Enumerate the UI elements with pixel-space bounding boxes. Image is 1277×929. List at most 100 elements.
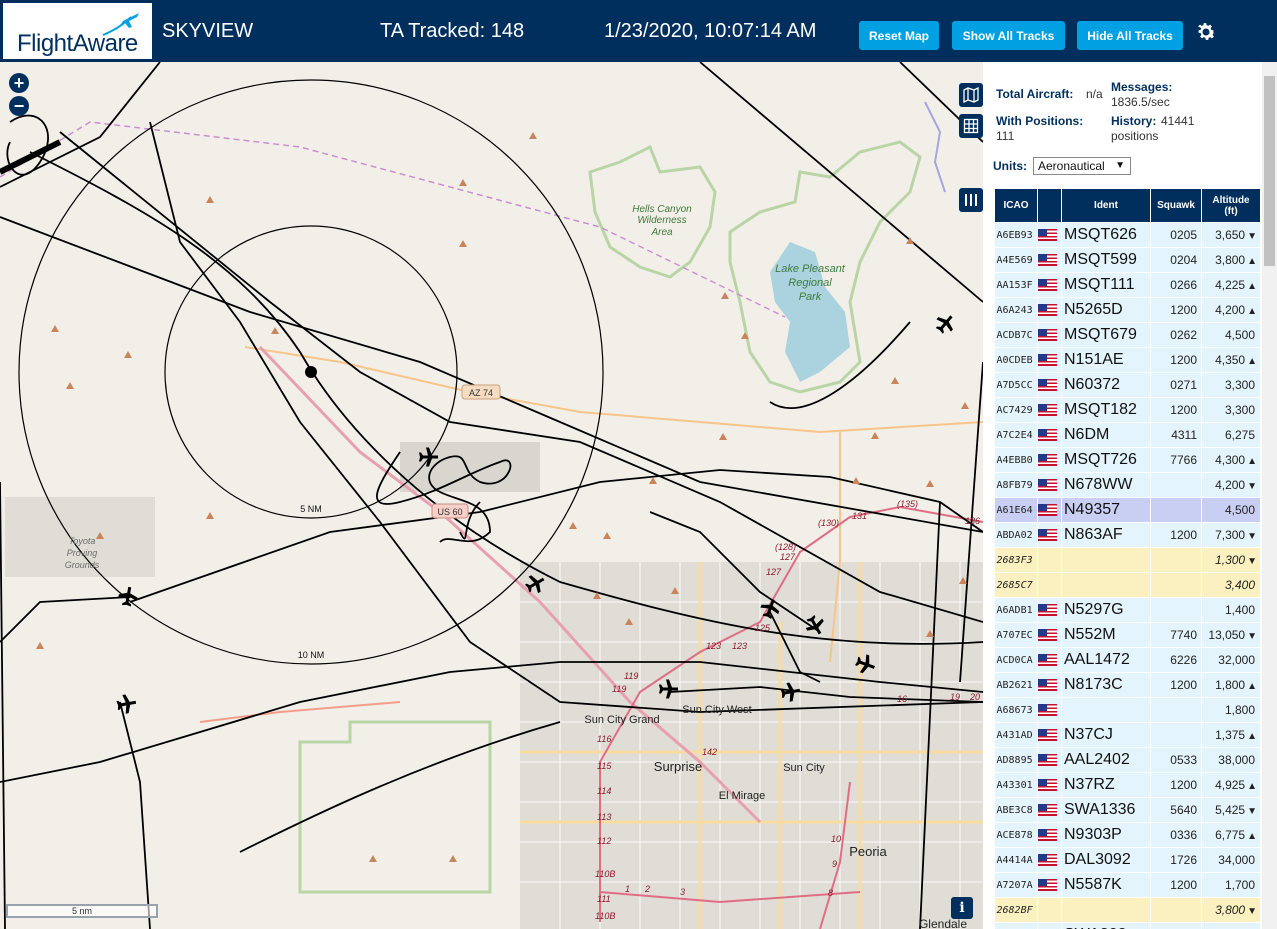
- ident-cell: SWA302: [1061, 922, 1151, 929]
- altitude-trend-icon: ▼: [1247, 231, 1257, 242]
- altitude-cell: 3,300: [1201, 372, 1261, 398]
- table-row[interactable]: AA153F MSQT111 0266 4,225 ▲: [994, 272, 1261, 298]
- table-row[interactable]: A68673 1,800: [994, 697, 1261, 723]
- ident-cell: N552M: [1061, 622, 1151, 648]
- altitude-cell: 34,000: [1201, 847, 1261, 873]
- table-row[interactable]: A4414A DAL3092 1726 34,000: [994, 847, 1261, 873]
- col-header-ident[interactable]: Ident: [1061, 188, 1151, 223]
- table-row[interactable]: ACE878 N9303P 0336 6,775 ▲: [994, 822, 1261, 848]
- label-hells-canyon-3: Area: [650, 227, 673, 238]
- reset-map-button[interactable]: Reset Map: [859, 21, 939, 50]
- units-select[interactable]: Aeronautical ▼: [1033, 157, 1131, 175]
- us-flag-icon: [1038, 278, 1057, 291]
- altitude-value: 4,200: [1215, 478, 1246, 492]
- ident-cell: [1061, 697, 1151, 723]
- chevron-down-icon: ▼: [1115, 160, 1125, 171]
- zoom-out-button[interactable]: −: [9, 96, 29, 116]
- zoom-in-button[interactable]: +: [9, 73, 29, 93]
- info-icon[interactable]: i: [951, 897, 973, 919]
- table-row[interactable]: ABE3C8 SWA1336 5640 5,425 ▼: [994, 797, 1261, 823]
- columns-toggle-icon[interactable]: [959, 188, 983, 212]
- table-row[interactable]: ABDA02 N863AF 1200 7,300 ▼: [994, 522, 1261, 548]
- squawk-cell: 0204: [1150, 247, 1202, 273]
- table-row[interactable]: AC7429 MSQT182 1200 3,300: [994, 397, 1261, 423]
- table-row[interactable]: A431AD N37CJ 1,375 ▲: [994, 722, 1261, 748]
- table-row[interactable]: A61E64 N49357 4,500: [994, 497, 1261, 523]
- table-row[interactable]: 2683F3 1,300 ▼: [994, 547, 1261, 573]
- squawk-cell: [1150, 697, 1202, 723]
- flag-cell: [1037, 872, 1062, 898]
- table-row[interactable]: ACDB7C MSQT679 0262 4,500: [994, 322, 1261, 348]
- gear-icon[interactable]: [1194, 20, 1218, 44]
- ident-cell: N5587K: [1061, 872, 1151, 898]
- us-flag-icon: [1038, 253, 1057, 266]
- total-aircraft-value: n/a: [1086, 87, 1103, 101]
- col-header-altitude[interactable]: Altitude (ft): [1201, 188, 1261, 223]
- icao-cell: A8FB79: [994, 472, 1038, 498]
- map-view[interactable]: Hells Canyon Wilderness Area Lake Pleasa…: [0, 62, 983, 929]
- flag-cell: [1037, 922, 1062, 929]
- road-label: 127: [766, 567, 782, 577]
- altitude-cell: 6,775 ▲: [1201, 822, 1261, 848]
- flag-cell: [1037, 722, 1062, 748]
- history-value: 41441: [1161, 114, 1195, 128]
- table-row[interactable]: A6A243 N5265D 1200 4,200 ▲: [994, 297, 1261, 323]
- flag-cell: [1037, 647, 1062, 673]
- table-row[interactable]: 2685C7 3,400: [994, 572, 1261, 598]
- label-az74: AZ 74: [469, 388, 493, 398]
- table-row[interactable]: A707EC N552M 7740 13,050 ▼: [994, 622, 1261, 648]
- table-row[interactable]: A7D5CC N60372 0271 3,300: [994, 372, 1261, 398]
- scrollbar-thumb[interactable]: [1264, 76, 1275, 266]
- ident-cell: MSQT726: [1061, 447, 1151, 473]
- road-label: 2: [644, 884, 650, 894]
- table-row[interactable]: A7207A N5587K 1200 1,700: [994, 872, 1261, 898]
- ident-cell: N5265D: [1061, 297, 1151, 323]
- table-row[interactable]: A6EB93 MSQT626 0205 3,650 ▼: [994, 222, 1261, 248]
- altitude-cell: 1,700: [1201, 872, 1261, 898]
- flag-cell: [1037, 547, 1062, 573]
- flag-cell: [1037, 697, 1062, 723]
- tracked-count: TA Tracked: 148: [380, 20, 525, 42]
- hide-all-tracks-button[interactable]: Hide All Tracks: [1077, 21, 1183, 50]
- squawk-cell: 1726: [1150, 847, 1202, 873]
- ident-cell: N9303P: [1061, 822, 1151, 848]
- show-all-tracks-button[interactable]: Show All Tracks: [952, 21, 1065, 50]
- col-header-icao[interactable]: ICAO: [994, 188, 1038, 223]
- flag-cell: [1037, 572, 1062, 598]
- altitude-trend-icon: ▲: [1247, 456, 1257, 467]
- table-row[interactable]: A46650 SWA30273043,475▼: [994, 922, 1261, 929]
- table-row[interactable]: A4EBB0 MSQT726 7766 4,300 ▲: [994, 447, 1261, 473]
- icao-cell: 2682BF: [994, 897, 1038, 923]
- col-header-flag[interactable]: [1037, 188, 1062, 223]
- us-flag-icon: [1038, 778, 1057, 791]
- table-row[interactable]: A7C2E4 N6DM 4311 6,275: [994, 422, 1261, 448]
- table-row[interactable]: AD8895 AAL2402 0533 38,000: [994, 747, 1261, 773]
- table-row[interactable]: ACD0CA AAL1472 6226 32,000: [994, 647, 1261, 673]
- table-row[interactable]: A0CDEB N151AE 1200 4,350 ▲: [994, 347, 1261, 373]
- table-row[interactable]: AB2621 N8173C 1200 1,800 ▲: [994, 672, 1261, 698]
- altitude-value: 4,200: [1215, 303, 1246, 317]
- altitude-cell: 1,800: [1201, 697, 1261, 723]
- flag-cell: [1037, 797, 1062, 823]
- road-label: (135): [897, 499, 918, 509]
- map-canvas[interactable]: Hells Canyon Wilderness Area Lake Pleasa…: [0, 62, 983, 929]
- table-row[interactable]: A43301 N37RZ 1200 4,925 ▲: [994, 772, 1261, 798]
- sidebar-scrollbar[interactable]: [1262, 62, 1277, 929]
- map-layers-icon[interactable]: [959, 83, 983, 107]
- table-row[interactable]: A6ADB1 N5297G 1,400: [994, 597, 1261, 623]
- altitude-value: 4,500: [1224, 503, 1255, 517]
- road-label: 1: [625, 884, 630, 894]
- col-header-squawk[interactable]: Squawk: [1150, 188, 1202, 223]
- table-row[interactable]: A8FB79 N678WW 4,200 ▼: [994, 472, 1261, 498]
- table-row[interactable]: A4E569 MSQT599 0204 3,800 ▲: [994, 247, 1261, 273]
- us-flag-icon: [1038, 228, 1057, 241]
- label-peoria: Peoria: [849, 844, 887, 859]
- grid-toggle-icon[interactable]: [959, 114, 983, 138]
- icao-cell: AA153F: [994, 272, 1038, 298]
- squawk-cell: 1200: [1150, 397, 1202, 423]
- us-flag-icon: [1038, 653, 1057, 666]
- us-flag-icon: [1038, 303, 1057, 316]
- table-row[interactable]: 2682BF 3,800 ▼: [994, 897, 1261, 923]
- flightaware-logo[interactable]: FlightAware: [0, 0, 155, 62]
- label-toyota-1: Toyota: [69, 536, 96, 546]
